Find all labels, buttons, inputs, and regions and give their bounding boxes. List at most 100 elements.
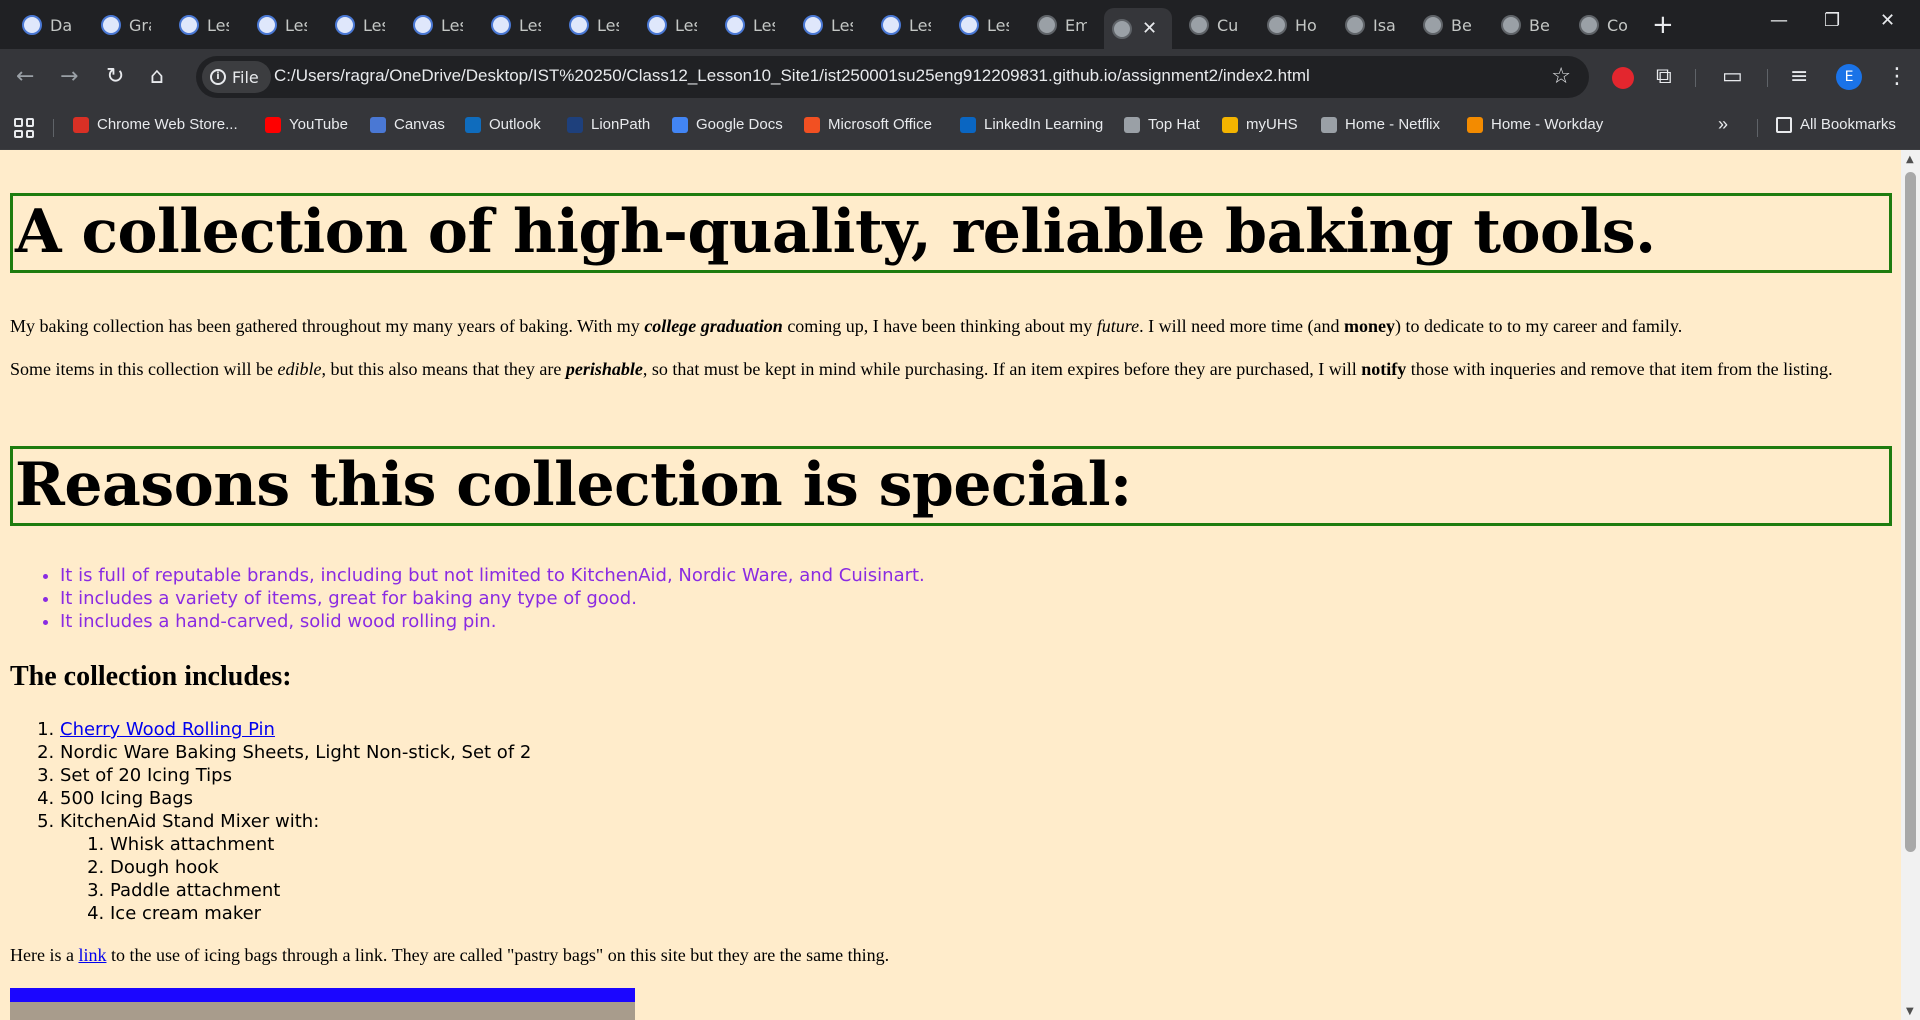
tab-16[interactable]: Ho (1259, 8, 1329, 42)
tab-10[interactable]: Les (795, 8, 865, 42)
tab-5[interactable]: Les (405, 8, 475, 42)
tab-12[interactable]: Les (951, 8, 1021, 42)
site-info-label: File (232, 67, 259, 87)
globe-favicon-icon (1037, 15, 1057, 35)
profile-avatar[interactable]: E (1836, 64, 1862, 90)
page-viewport: A collection of high-quality, reliable b… (0, 150, 1901, 1020)
globe-favicon-icon (1112, 18, 1132, 39)
bookmark-label: YouTube (289, 116, 348, 133)
scrollbar-thumb[interactable] (1905, 172, 1916, 852)
tab-1[interactable]: Gra (93, 8, 163, 42)
text-run: , but this also means that they are (321, 359, 566, 379)
tab-14[interactable]: ✕ (1104, 8, 1172, 49)
folder-icon (1776, 116, 1792, 133)
tab-label: Les (987, 15, 1009, 35)
media-controls-icon[interactable]: ≡ (1790, 63, 1808, 91)
bookmarks-overflow-icon[interactable]: » (1718, 114, 1728, 135)
info-icon: i (210, 69, 226, 85)
tab-label: Les (909, 15, 931, 35)
tab-19[interactable]: Be (1493, 8, 1563, 42)
menu-kebab-icon[interactable]: ⋮ (1886, 63, 1908, 91)
text-run: Here is a (10, 945, 79, 965)
cast-search-icon[interactable]: ▭ (1722, 63, 1743, 91)
bookmark-favicon-icon (1222, 116, 1238, 133)
bookmark-favicon-icon (1124, 116, 1140, 133)
reasons-list: It is full of reputable brands, includin… (60, 564, 925, 633)
tab-label: Les (363, 15, 385, 35)
new-tab-button[interactable]: + (1652, 12, 1674, 38)
tab-2[interactable]: Les (171, 8, 241, 42)
extension-red-icon[interactable] (1612, 67, 1634, 89)
bookmark-item[interactable]: Google Docs (672, 116, 783, 133)
tab-6[interactable]: Les (483, 8, 553, 42)
tab-3[interactable]: Les (249, 8, 319, 42)
tab-label: Gra (129, 15, 151, 35)
tab-label: Les (753, 15, 775, 35)
tab-label: Isa (1373, 15, 1395, 35)
tab-0[interactable]: Da (14, 8, 84, 42)
close-window-button[interactable]: ✕ (1880, 10, 1895, 31)
bookmark-item[interactable]: Canvas (370, 116, 445, 133)
text-run: , so that must be kept in mind while pur… (642, 359, 1362, 379)
bookmark-item[interactable]: Home - Workday (1467, 116, 1603, 133)
scroll-up-icon[interactable]: ▲ (1906, 154, 1914, 165)
scroll-down-icon[interactable]: ▼ (1906, 1006, 1914, 1017)
list-item: Dough hook (110, 856, 531, 879)
toolbar-divider (1767, 69, 1768, 87)
extensions-puzzle-icon[interactable]: ⧉ (1656, 63, 1672, 91)
tab-15[interactable]: Cu (1181, 8, 1251, 42)
tab-7[interactable]: Les (561, 8, 631, 42)
bookmark-item[interactable]: Chrome Web Store... (73, 116, 238, 133)
bookmark-item[interactable]: Outlook (465, 116, 541, 133)
minimize-button[interactable]: — (1770, 10, 1788, 31)
list-item: Ice cream maker (110, 902, 531, 925)
rolling-pin-link[interactable]: Cherry Wood Rolling Pin (60, 719, 275, 740)
bookmark-item[interactable]: LionPath (567, 116, 650, 133)
bookmark-favicon-icon (567, 116, 583, 133)
forward-arrow-icon[interactable]: → (60, 63, 78, 91)
bookmark-label: Chrome Web Store... (97, 116, 238, 133)
close-tab-icon[interactable]: ✕ (1142, 18, 1157, 39)
tab-11[interactable]: Les (873, 8, 943, 42)
emphasis-text: edible (277, 359, 322, 379)
list-item: KitchenAid Stand Mixer with: Whisk attac… (60, 810, 531, 925)
tab-4[interactable]: Les (327, 8, 397, 42)
document-favicon-icon (881, 15, 901, 35)
reload-icon[interactable]: ↻ (106, 63, 124, 91)
emphasis-text: perishable (565, 359, 643, 379)
all-bookmarks-button[interactable]: All Bookmarks (1776, 116, 1896, 133)
bookmark-favicon-icon (370, 116, 386, 133)
bookmark-item[interactable]: YouTube (265, 116, 348, 133)
tab-8[interactable]: Les (639, 8, 709, 42)
collection-heading: The collection includes: (10, 661, 292, 692)
back-arrow-icon[interactable]: ← (16, 63, 34, 91)
tab-label: Les (831, 15, 853, 35)
apps-grid-icon[interactable] (14, 118, 34, 138)
tab-18[interactable]: Be (1415, 8, 1485, 42)
document-favicon-icon (491, 15, 511, 35)
address-bar[interactable]: i File C:/Users/ragra/OneDrive/Desktop/I… (196, 56, 1589, 98)
tab-20[interactable]: Co (1571, 8, 1641, 42)
bookmark-star-icon[interactable]: ☆ (1551, 64, 1571, 89)
main-heading: A collection of high-quality, reliable b… (10, 193, 1892, 273)
reasons-heading: Reasons this collection is special: (10, 446, 1892, 526)
page-scrollbar[interactable]: ▲ ▼ (1901, 150, 1920, 1020)
globe-favicon-icon (1189, 15, 1209, 35)
bookmark-item[interactable]: LinkedIn Learning (960, 116, 1103, 133)
home-icon[interactable]: ⌂ (150, 63, 164, 91)
list-item: Set of 20 Icing Tips (60, 764, 531, 787)
tab-label: Les (207, 15, 229, 35)
tab-13[interactable]: Em (1029, 8, 1099, 42)
globe-favicon-icon (1345, 15, 1365, 35)
bookmark-item[interactable]: Microsoft Office (804, 116, 932, 133)
restore-button[interactable]: ❐ (1824, 10, 1840, 31)
icing-bags-link[interactable]: link (78, 945, 106, 965)
tab-17[interactable]: Isa (1337, 8, 1407, 42)
bookmark-item[interactable]: Home - Netflix (1321, 116, 1440, 133)
url-text[interactable]: C:/Users/ragra/OneDrive/Desktop/IST%2025… (274, 66, 1310, 86)
tab-9[interactable]: Les (717, 8, 787, 42)
site-info-chip[interactable]: i File (202, 61, 271, 93)
bookmark-item[interactable]: Top Hat (1124, 116, 1200, 133)
bookmark-item[interactable]: myUHS (1222, 116, 1298, 133)
image-border (10, 988, 635, 1002)
